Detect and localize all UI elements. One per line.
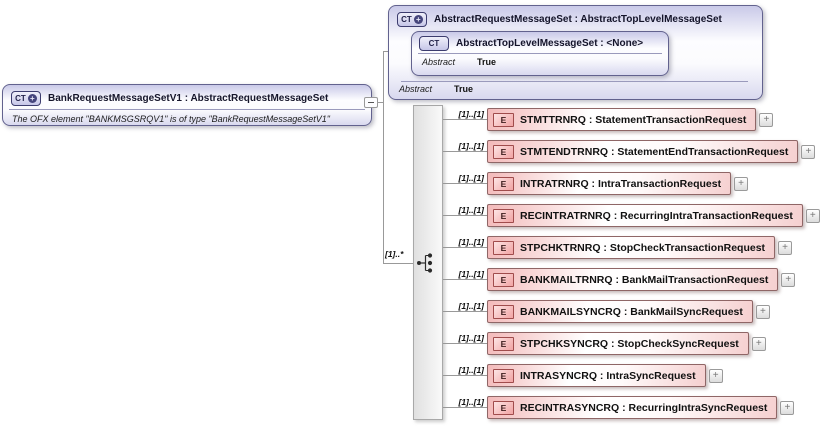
element-box-recintratrnrq[interactable]: E RECINTRATRNRQ : RecurringIntraTransact… xyxy=(487,204,803,227)
connector-line xyxy=(443,407,487,408)
expand-icon[interactable]: + xyxy=(734,176,749,191)
main-type-box[interactable]: CT + BankRequestMessageSetV1 : AbstractR… xyxy=(2,84,372,126)
root-type-title-row: CT AbstractTopLevelMessageSet : <None> xyxy=(412,32,668,53)
choice-icon xyxy=(417,253,433,273)
element-box-stpchktrnrq[interactable]: E STPCHKTRNRQ : StopCheckTransactionRequ… xyxy=(487,236,776,259)
element-icon: E xyxy=(493,240,514,255)
expand-icon[interactable]: + xyxy=(801,144,816,159)
cardinality-label: [1]..[1] xyxy=(458,365,485,375)
element-box-intratrnrq[interactable]: E INTRATRNRQ : IntraTransactionRequest xyxy=(487,172,732,195)
connector-line xyxy=(443,183,487,184)
main-type-annotation: The OFX element "BANKMSGSRQV1" is of typ… xyxy=(12,114,330,124)
abstract-label: Abstract xyxy=(399,84,433,94)
element-icon: E xyxy=(493,400,514,415)
main-type-title-row: CT + BankRequestMessageSetV1 : AbstractR… xyxy=(3,85,371,109)
element-label: RECINTRASYNCRQ : RecurringIntraSyncReque… xyxy=(520,401,768,414)
connector-line xyxy=(383,51,384,264)
complex-type-icon-label: CT xyxy=(15,94,26,103)
expand-icon[interactable]: + xyxy=(781,272,796,287)
root-type-title: AbstractTopLevelMessageSet : <None> xyxy=(456,38,644,49)
derived-plus-icon: + xyxy=(413,15,423,24)
element-icon: E xyxy=(493,112,514,127)
root-type-box[interactable]: CT AbstractTopLevelMessageSet : <None> A… xyxy=(411,31,669,76)
element-box-stmtendtrnrq[interactable]: E STMTENDTRNRQ : StatementEndTransaction… xyxy=(487,140,799,163)
complex-type-icon-label: CT xyxy=(428,39,440,48)
element-icon: E xyxy=(493,272,514,287)
element-label: STPCHKTRNRQ : StopCheckTransactionReques… xyxy=(520,241,766,254)
element-icon: E xyxy=(493,208,514,223)
expand-icon[interactable]: + xyxy=(759,112,774,127)
base-abstract-row: Abstract True xyxy=(389,81,483,97)
element-box-intrasyncrq[interactable]: E INTRASYNCRQ : IntraSyncRequest xyxy=(487,364,706,387)
abstract-label: Abstract xyxy=(422,57,456,67)
expand-icon[interactable]: + xyxy=(708,368,723,383)
complex-type-icon: CT + xyxy=(397,12,427,27)
cardinality-label: [1]..[1] xyxy=(458,237,485,247)
root-abstract-row: Abstract True xyxy=(412,54,668,70)
derived-plus-icon: + xyxy=(27,94,37,103)
expand-icon[interactable]: + xyxy=(805,208,820,223)
base-type-title: AbstractRequestMessageSet : AbstractTopL… xyxy=(434,14,722,25)
expand-icon[interactable]: + xyxy=(780,400,795,415)
connector-line xyxy=(443,311,487,312)
connector-line xyxy=(443,375,487,376)
element-box-bankmailsyncrq[interactable]: E BANKMAILSYNCRQ : BankMailSyncRequest xyxy=(487,300,753,323)
connector-line xyxy=(443,151,487,152)
cardinality-label: [1]..[1] xyxy=(458,301,485,311)
element-box-stmttrnrq[interactable]: E STMTTRNRQ : StatementTransactionReques… xyxy=(487,108,757,131)
element-icon: E xyxy=(493,368,514,383)
connector-line xyxy=(443,279,487,280)
cardinality-label: [1]..[1] xyxy=(458,173,485,183)
element-label: RECINTRATRNRQ : RecurringIntraTransactio… xyxy=(520,209,793,222)
main-type-title: BankRequestMessageSetV1 : AbstractReques… xyxy=(48,93,329,104)
complex-type-icon: CT + xyxy=(11,91,41,106)
element-label: STPCHKSYNCRQ : StopCheckSyncRequest xyxy=(520,337,739,350)
element-icon: E xyxy=(493,336,514,351)
expand-icon[interactable]: + xyxy=(778,240,793,255)
element-icon: E xyxy=(493,304,514,319)
complex-type-icon-label: CT xyxy=(401,15,412,24)
expand-icon[interactable]: + xyxy=(751,336,766,351)
collapse-icon[interactable] xyxy=(364,97,378,108)
choice-cardinality: [1]..* xyxy=(385,249,404,259)
element-box-bankmailtrnrq[interactable]: E BANKMAILTRNRQ : BankMailTransactionReq… xyxy=(487,268,779,291)
element-icon: E xyxy=(493,176,514,191)
abstract-value: True xyxy=(477,57,497,67)
cardinality-label: [1]..[1] xyxy=(458,333,485,343)
abstract-value: True xyxy=(454,84,474,94)
connector-line xyxy=(443,247,487,248)
complex-type-icon: CT xyxy=(419,36,449,51)
xsd-diagram: [1]..* CT + BankRequestMessageSetV1 : Ab… xyxy=(0,0,834,428)
element-box-recintrasyncrq[interactable]: E RECINTRASYNCRQ : RecurringIntraSyncReq… xyxy=(487,396,778,419)
element-label: STMTTRNRQ : StatementTransactionRequest xyxy=(520,113,747,126)
connector-line xyxy=(443,215,487,216)
connector-line xyxy=(443,343,487,344)
element-icon: E xyxy=(493,144,514,159)
element-box-stpchksyncrq[interactable]: E STPCHKSYNCRQ : StopCheckSyncRequest xyxy=(487,332,749,355)
cardinality-label: [1]..[1] xyxy=(458,397,485,407)
base-type-box[interactable]: CT + AbstractRequestMessageSet : Abstrac… xyxy=(388,5,763,100)
expand-icon[interactable]: + xyxy=(755,304,770,319)
cardinality-label: [1]..[1] xyxy=(458,205,485,215)
base-type-title-row: CT + AbstractRequestMessageSet : Abstrac… xyxy=(389,6,762,30)
element-label: BANKMAILSYNCRQ : BankMailSyncRequest xyxy=(520,305,743,318)
cardinality-label: [1]..[1] xyxy=(458,141,485,151)
element-label: INTRATRNRQ : IntraTransactionRequest xyxy=(520,177,722,190)
element-label: BANKMAILTRNRQ : BankMailTransactionReque… xyxy=(520,273,769,286)
minus-glyph xyxy=(368,102,374,103)
cardinality-label: [1]..[1] xyxy=(458,109,485,119)
element-label: INTRASYNCRQ : IntraSyncRequest xyxy=(520,369,696,382)
cardinality-label: [1]..[1] xyxy=(458,269,485,279)
connector-line xyxy=(443,119,487,120)
element-label: STMTENDTRNRQ : StatementEndTransactionRe… xyxy=(520,145,789,158)
